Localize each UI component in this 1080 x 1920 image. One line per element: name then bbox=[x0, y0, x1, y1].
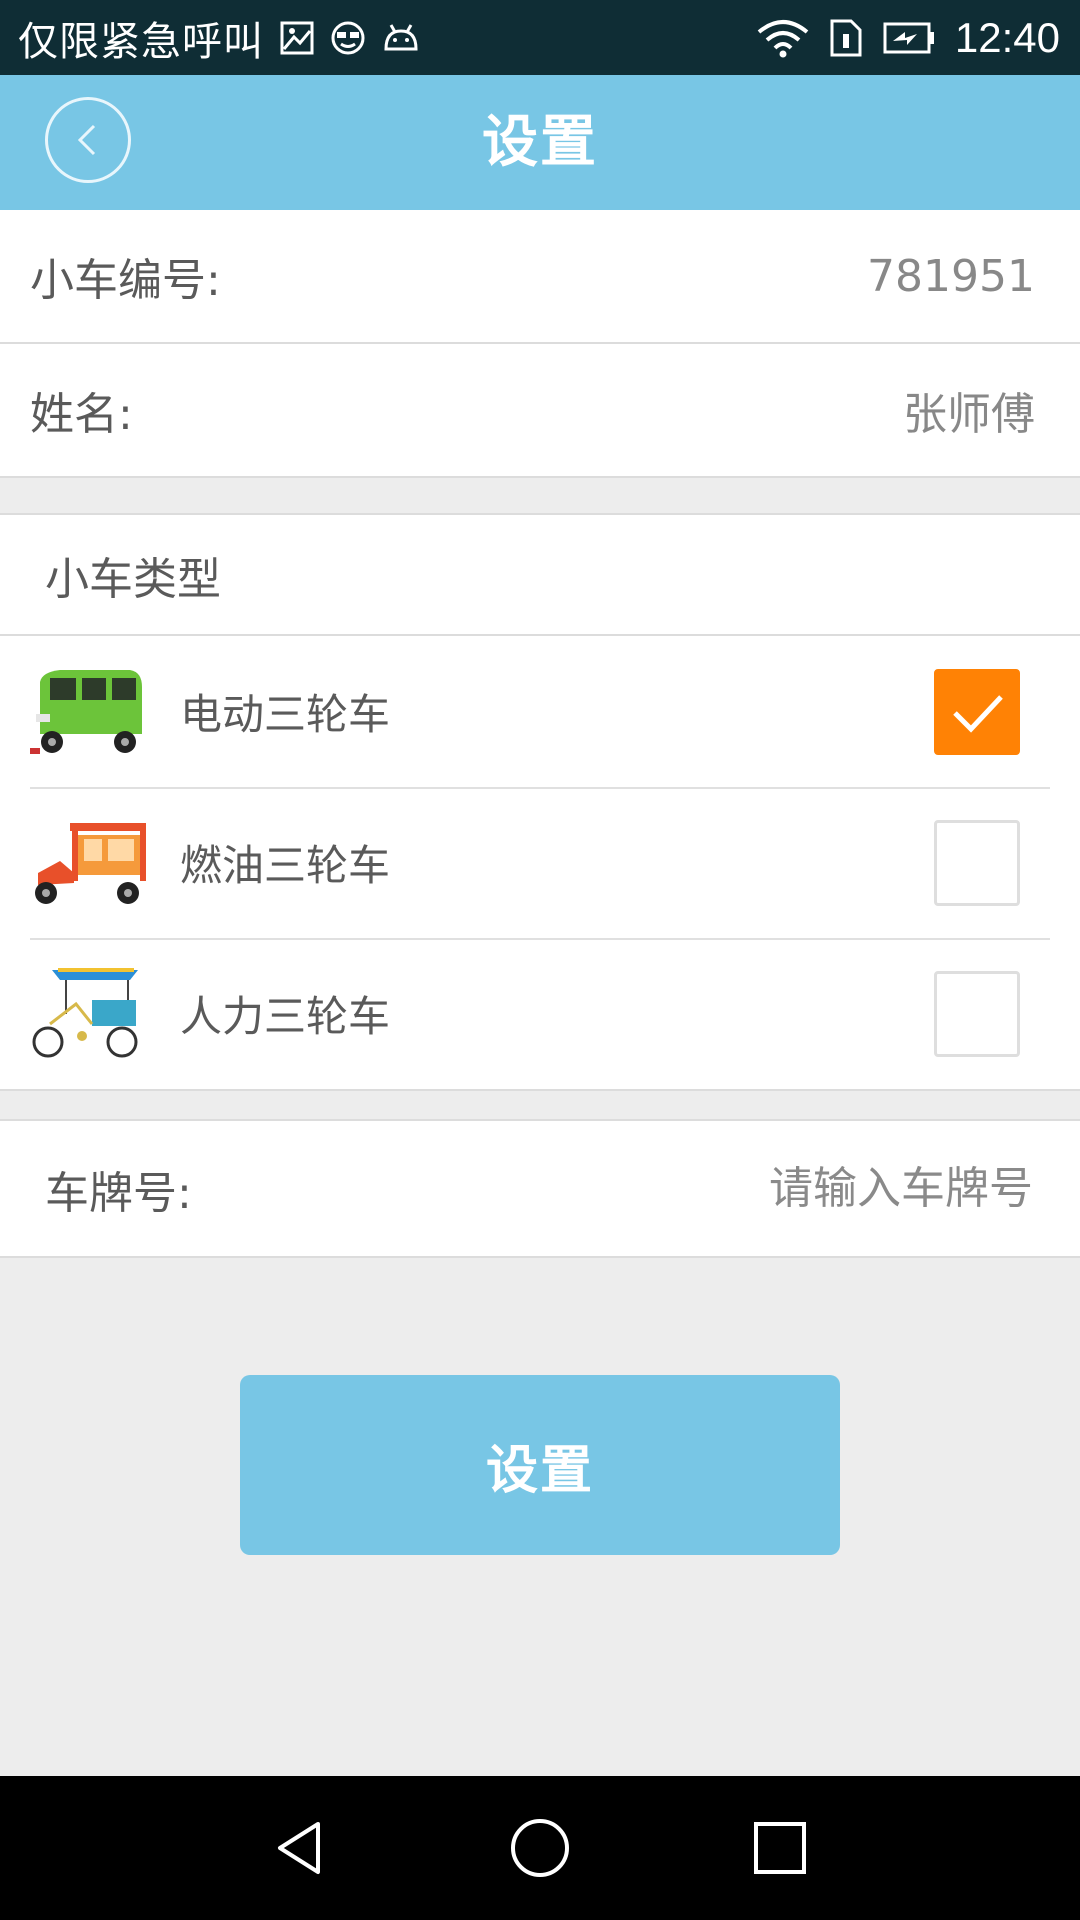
vehicle-type-section: 小车类型 电动三轮车 燃油三轮车 人力三轮车 bbox=[0, 513, 1080, 1091]
battery-charging-icon bbox=[883, 22, 934, 53]
plate-row: 车牌号: bbox=[0, 1121, 1080, 1256]
app-header: 设置 bbox=[0, 75, 1080, 210]
vehicle-checkbox-electric[interactable] bbox=[934, 668, 1020, 755]
name-label: 姓名: bbox=[30, 389, 133, 440]
vehicle-option-fuel[interactable]: 燃油三轮车 bbox=[0, 787, 1080, 938]
image-icon bbox=[280, 21, 314, 54]
name-row: 姓名: 张师傅 bbox=[0, 344, 1080, 478]
wifi-icon bbox=[757, 19, 809, 57]
vehicle-type-title: 小车类型 bbox=[45, 553, 221, 605]
vehicle-type-header: 小车类型 bbox=[0, 515, 1080, 636]
vehicle-option-pedal[interactable]: 人力三轮车 bbox=[0, 938, 1080, 1089]
electric-tricycle-image bbox=[30, 669, 142, 754]
android-icon bbox=[384, 23, 418, 50]
submit-button[interactable]: 设置 bbox=[240, 1375, 840, 1555]
vehicle-option-electric[interactable]: 电动三轮车 bbox=[0, 636, 1080, 787]
vehicle-option-label: 人力三轮车 bbox=[180, 992, 391, 1041]
pedal-tricycle-image bbox=[32, 967, 138, 1057]
plate-input[interactable] bbox=[511, 1162, 1035, 1215]
car-number-value: 781951 bbox=[867, 250, 1035, 302]
clock: 12:40 bbox=[954, 13, 1060, 61]
checkmark-icon bbox=[953, 694, 1003, 733]
status-bar: 仅限紧急呼叫 12:40 bbox=[0, 0, 1080, 75]
vehicle-checkbox-pedal[interactable] bbox=[934, 970, 1020, 1057]
vehicle-option-label: 电动三轮车 bbox=[180, 690, 391, 739]
circle-home-icon bbox=[511, 1819, 569, 1877]
sim-icon bbox=[830, 19, 862, 56]
sunglasses-face-icon bbox=[331, 21, 365, 54]
triangle-back-icon bbox=[278, 1822, 320, 1874]
fuel-tricycle-image bbox=[35, 822, 146, 904]
vehicle-checkbox-fuel[interactable] bbox=[934, 819, 1020, 906]
vehicle-option-label: 燃油三轮车 bbox=[180, 841, 391, 890]
nav-recents-button[interactable] bbox=[740, 1808, 820, 1888]
page-title: 设置 bbox=[482, 110, 598, 175]
square-recents-icon bbox=[754, 1822, 806, 1874]
navigation-bar bbox=[0, 1776, 1080, 1920]
nav-back-button[interactable] bbox=[260, 1808, 340, 1888]
carrier-text: 仅限紧急呼叫 bbox=[18, 18, 264, 65]
nav-home-button[interactable] bbox=[500, 1808, 580, 1888]
name-value: 张师傅 bbox=[903, 389, 1035, 440]
car-number-row: 小车编号: 781951 bbox=[0, 210, 1080, 344]
plate-section: 车牌号: bbox=[0, 1119, 1080, 1258]
car-number-label: 小车编号: bbox=[30, 255, 221, 306]
plate-label: 车牌号: bbox=[45, 1167, 192, 1219]
info-section: 小车编号: 781951 姓名: 张师傅 bbox=[0, 210, 1080, 478]
